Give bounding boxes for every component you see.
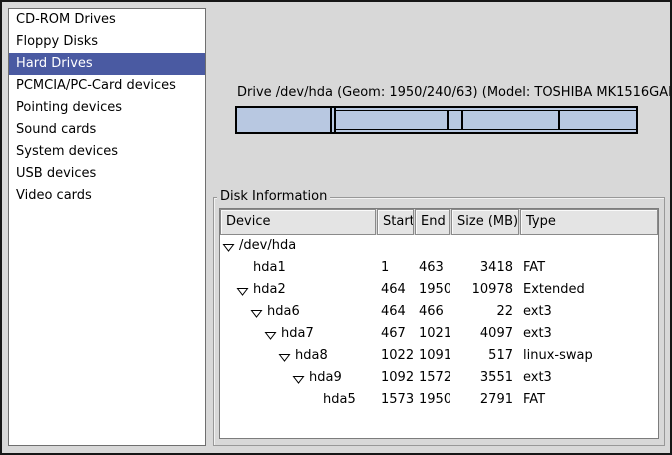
expander-open-icon[interactable] [250,306,263,319]
column-header-device[interactable]: Device [220,209,376,235]
cell-start [377,235,415,257]
sidebar-item-video-cards[interactable]: Video cards [9,185,205,207]
cell-type: linux-swap [518,345,658,367]
column-header-type[interactable]: Type [520,209,658,235]
device-category-list: CD-ROM Drives Floppy Disks Hard Drives P… [8,8,206,446]
cell-start: 1 [377,257,415,279]
hardware-browser-window: CD-ROM Drives Floppy Disks Hard Drives P… [0,0,672,455]
disk-information-title: Disk Information [217,189,330,204]
table-row-hda1[interactable]: hda1 1 463 3418 FAT [220,257,658,279]
cell-size: 4097 [450,323,518,345]
cell-size: 22 [450,301,518,323]
cell-end: 463 [415,257,450,279]
expander-spacer [236,262,249,275]
cell-size: 3551 [450,367,518,389]
partition-segment-hda9 [463,111,560,129]
partition-segment-extended [334,108,636,132]
partition-segment-hda5 [560,111,636,129]
table-row-hda8[interactable]: hda8 1022 1091 517 linux-swap [220,345,658,367]
column-header-start[interactable]: Start [377,209,414,235]
device-name: hda9 [309,367,342,389]
device-name: /dev/hda [239,235,296,257]
sidebar-item-cdrom-drives[interactable]: CD-ROM Drives [9,9,205,31]
cell-start: 1573 [377,389,415,411]
expander-open-icon[interactable] [264,328,277,341]
cell-type: ext3 [518,323,658,345]
disk-information-groupbox: Disk Information Device Start End Size (… [213,197,665,446]
expander-open-icon[interactable] [278,350,291,363]
device-name: hda8 [295,345,328,367]
cell-end: 1950 [415,389,450,411]
cell-size: 3418 [450,257,518,279]
cell-end [415,235,450,257]
expander-open-icon[interactable] [222,240,235,253]
partition-segment-hda8 [449,111,463,129]
expander-open-icon[interactable] [236,284,249,297]
cell-end: 1950 [415,279,450,301]
table-row-hda5[interactable]: hda5 1573 1950 2791 FAT [220,389,658,411]
sidebar-item-sound-cards[interactable]: Sound cards [9,119,205,141]
sidebar-item-floppy-disks[interactable]: Floppy Disks [9,31,205,53]
device-name: hda5 [323,389,356,411]
device-name: hda6 [267,301,300,323]
cell-start: 464 [377,279,415,301]
table-row-hda7[interactable]: hda7 467 1021 4097 ext3 [220,323,658,345]
cell-type: FAT [518,257,658,279]
sidebar-item-pointing-devices[interactable]: Pointing devices [9,97,205,119]
cell-end: 1572 [415,367,450,389]
cell-start: 467 [377,323,415,345]
cell-size: 10978 [450,279,518,301]
cell-size [450,235,518,257]
table-row-hda9[interactable]: hda9 1092 1572 3551 ext3 [220,367,658,389]
partition-table: Device Start End Size (MB) Type /dev/hda… [219,208,659,439]
expander-spacer [306,394,319,407]
sidebar-item-system-devices[interactable]: System devices [9,141,205,163]
sidebar-item-hard-drives[interactable]: Hard Drives [9,53,205,75]
table-row-hda6[interactable]: hda6 464 466 22 ext3 [220,301,658,323]
device-name: hda2 [253,279,286,301]
cell-type: FAT [518,389,658,411]
column-header-end[interactable]: End [415,209,450,235]
partition-bar [235,106,638,134]
partition-segment-hda1 [237,108,332,132]
column-header-size[interactable]: Size (MB) [451,209,519,235]
expander-open-icon[interactable] [292,372,305,385]
table-row-dev-hda[interactable]: /dev/hda [220,235,658,257]
cell-start: 464 [377,301,415,323]
cell-type: Extended [518,279,658,301]
cell-start: 1022 [377,345,415,367]
partition-segment-hda7 [336,111,448,129]
sidebar-item-usb-devices[interactable]: USB devices [9,163,205,185]
cell-end: 1021 [415,323,450,345]
partition-table-header: Device Start End Size (MB) Type [220,209,658,235]
cell-start: 1092 [377,367,415,389]
cell-type: ext3 [518,301,658,323]
cell-type [518,235,658,257]
cell-size: 517 [450,345,518,367]
sidebar-item-pcmcia-devices[interactable]: PCMCIA/PC-Card devices [9,75,205,97]
cell-end: 466 [415,301,450,323]
device-name: hda1 [253,257,286,279]
cell-end: 1091 [415,345,450,367]
cell-size: 2791 [450,389,518,411]
cell-type: ext3 [518,367,658,389]
table-row-hda2[interactable]: hda2 464 1950 10978 Extended [220,279,658,301]
device-name: hda7 [281,323,314,345]
drive-geometry-label: Drive /dev/hda (Geom: 1950/240/63) (Mode… [237,85,672,100]
